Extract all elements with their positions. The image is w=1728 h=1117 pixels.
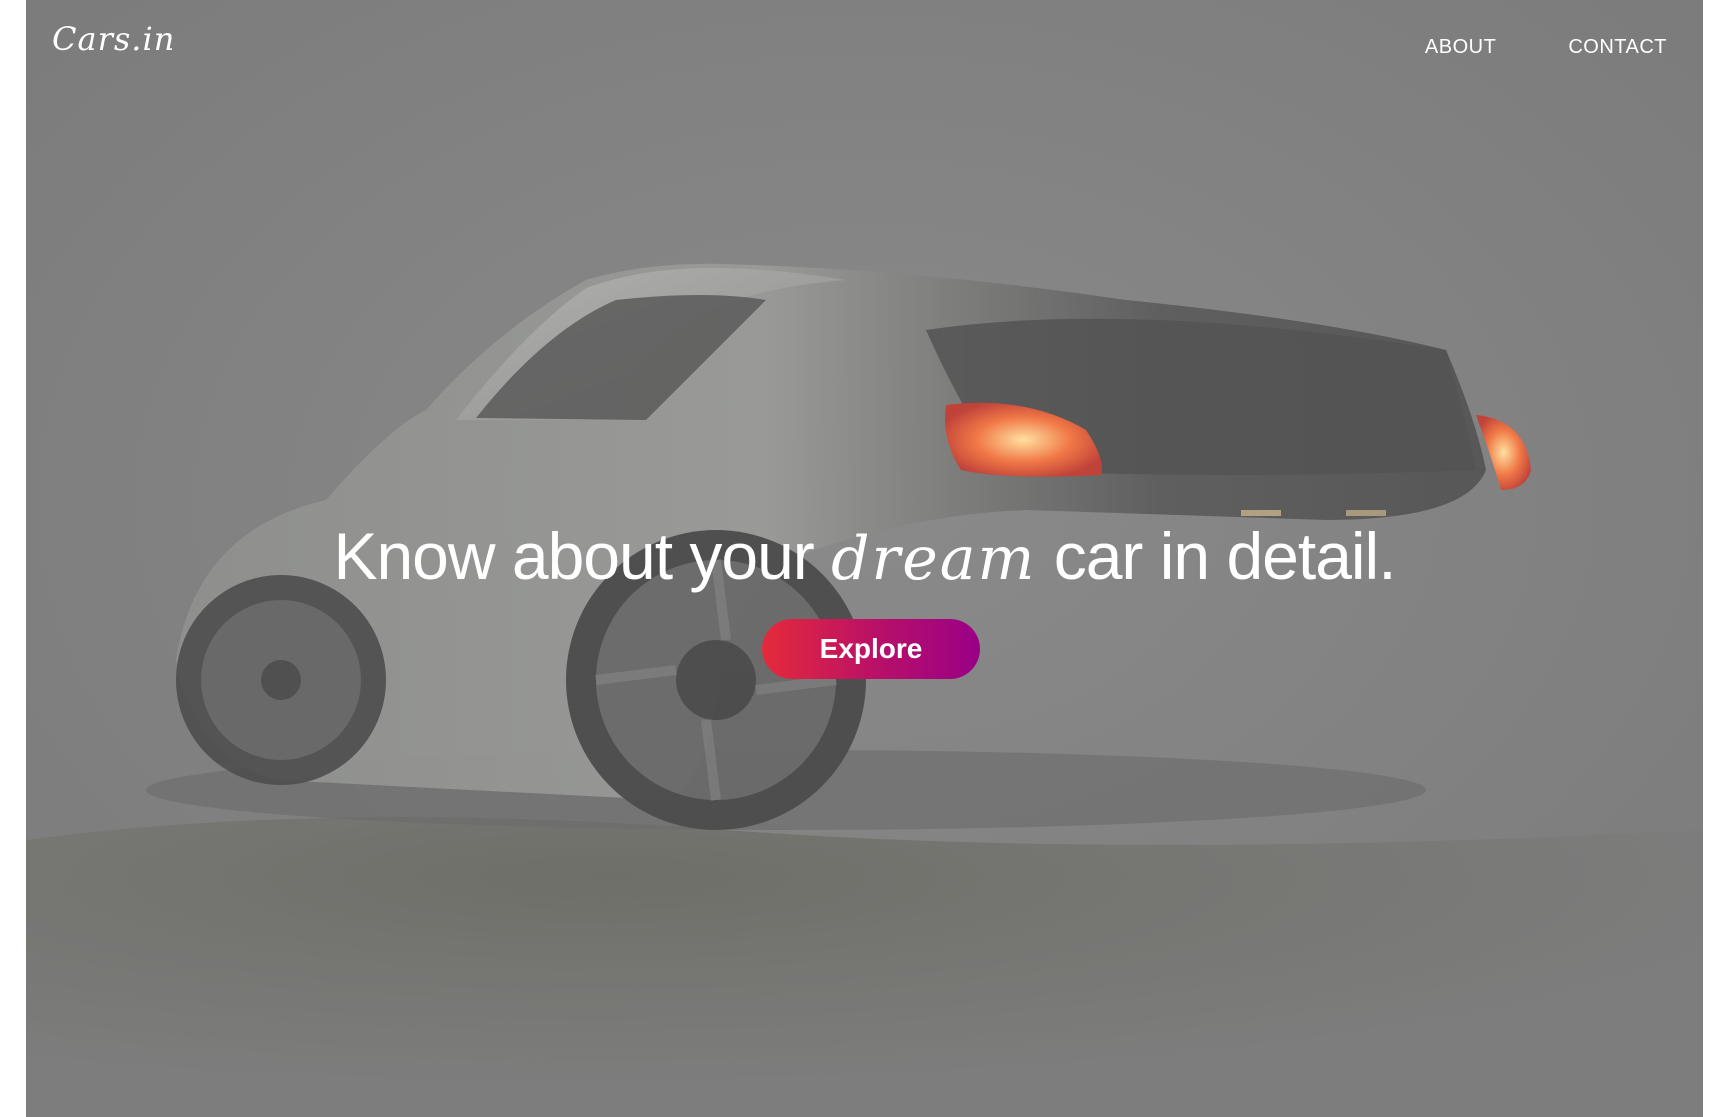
brand-logo[interactable]: Cars.in [52, 20, 175, 58]
hero-headline: Know about your dream car in detail. [26, 516, 1703, 599]
explore-button[interactable]: Explore [762, 619, 980, 679]
hero-section: Cars.in ABOUT CONTACT Know about your dr… [26, 0, 1703, 1117]
headline-text-end: car in detail. [1036, 519, 1397, 593]
nav-about-link[interactable]: ABOUT [1425, 36, 1496, 59]
top-nav: ABOUT CONTACT [1425, 36, 1667, 59]
nav-contact-link[interactable]: CONTACT [1568, 36, 1667, 59]
headline-text-start: Know about your [333, 519, 832, 593]
headline-script-word: dream [831, 524, 1037, 594]
